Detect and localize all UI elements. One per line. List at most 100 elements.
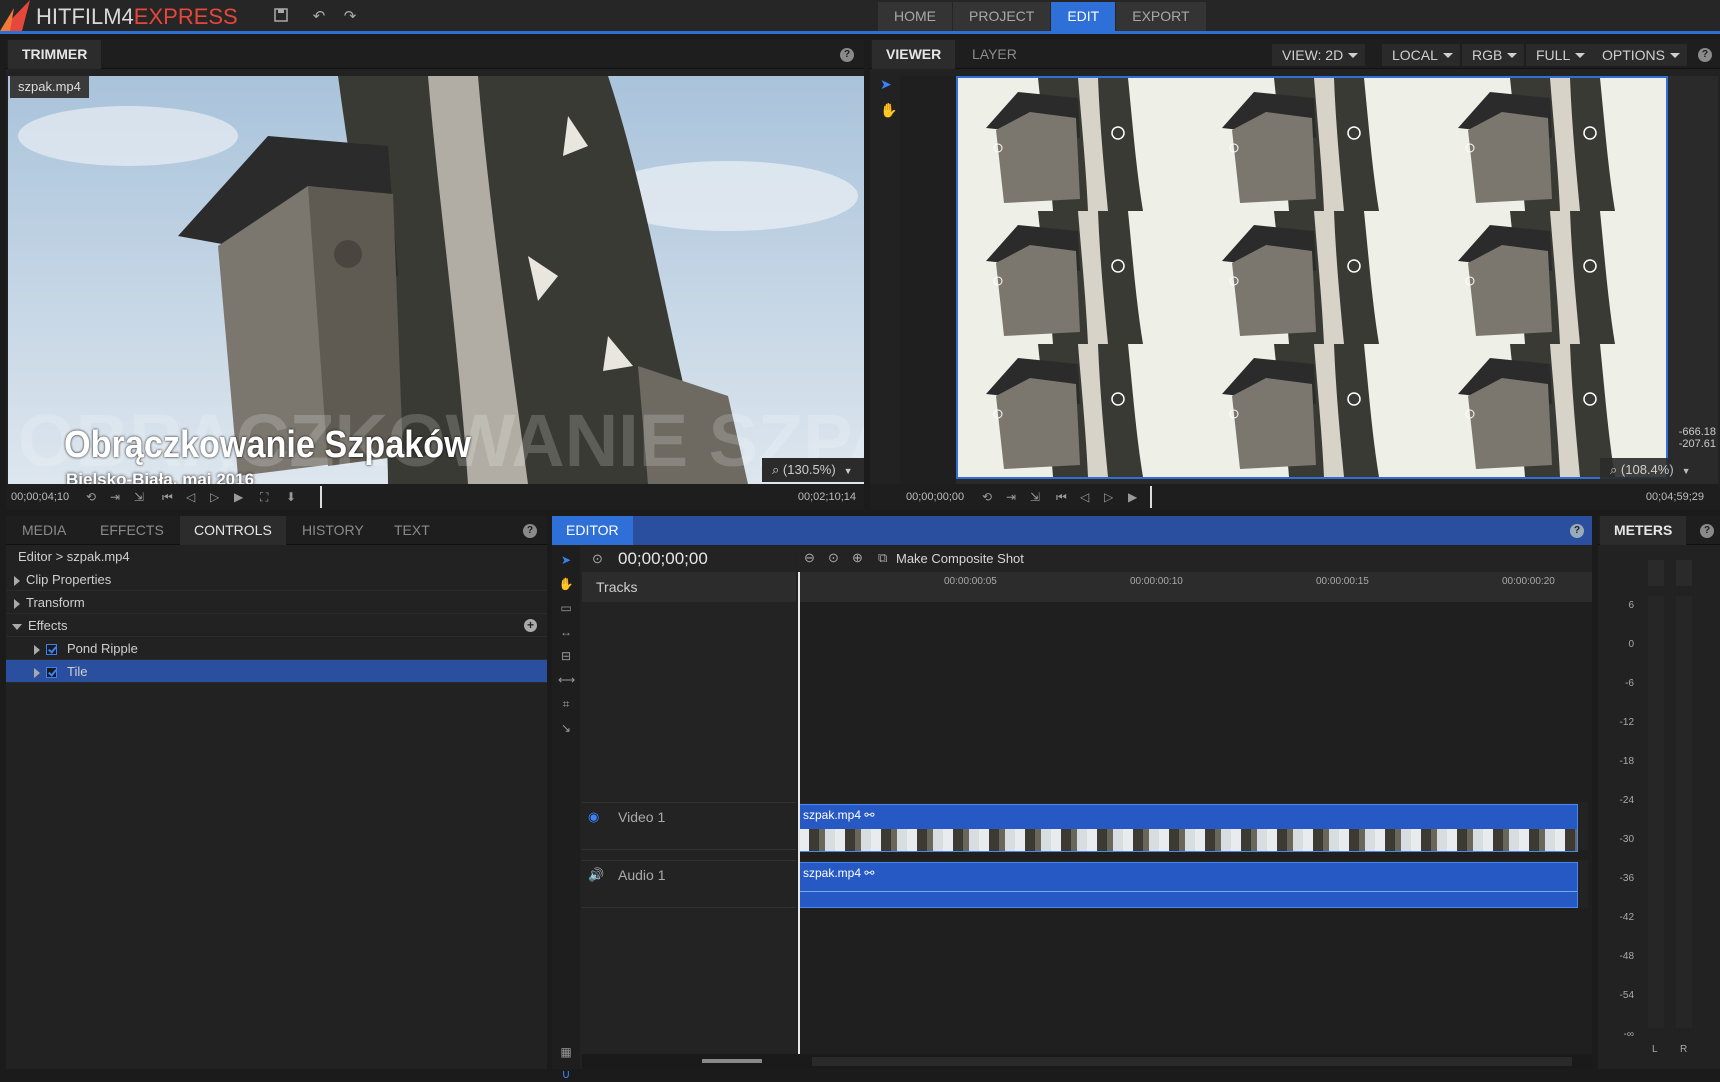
tab-history[interactable]: HISTORY [288, 516, 378, 545]
step-forward-icon[interactable]: ▷ [210, 490, 219, 504]
hand-tool-icon[interactable]: ✋ [880, 102, 897, 119]
make-composite-shot-button[interactable]: Make Composite Shot [896, 551, 1024, 566]
rate-stretch-icon[interactable]: ⟷ [558, 672, 575, 688]
next-marker-icon[interactable]: ⊕ [852, 550, 863, 566]
video-track-header[interactable]: ◉ Video 1 [582, 802, 796, 850]
editor-timecode[interactable]: 00;00;00;00 [618, 549, 708, 569]
timeline-track-area[interactable]: szpak.mp4 ⚯ szpak.mp4 ⚯ [798, 572, 1592, 1054]
nav-edit[interactable]: EDIT [1051, 2, 1116, 31]
tracks-header: Tracks [582, 572, 796, 602]
select-tool-icon[interactable]: ➤ [880, 76, 892, 93]
prev-marker-icon[interactable]: ⊖ [804, 550, 815, 566]
scroll-thumb[interactable] [812, 1057, 1572, 1066]
tab-controls[interactable]: CONTROLS [180, 516, 286, 545]
tile-cell [1194, 78, 1430, 211]
nav-project[interactable]: PROJECT [953, 2, 1051, 31]
tab-meters[interactable]: METERS [1600, 516, 1687, 545]
tab-effects[interactable]: EFFECTS [86, 516, 178, 545]
zoom-slider[interactable] [702, 1059, 762, 1063]
row-transform[interactable]: Transform [6, 591, 547, 614]
set-out-icon[interactable]: ⬇ [286, 490, 296, 504]
save-icon[interactable] [272, 8, 290, 26]
effect-row-tile[interactable]: Tile [6, 660, 547, 683]
meter-scale-label: -54 [1619, 990, 1634, 1001]
slip-tool-icon[interactable]: ↔ [558, 624, 574, 640]
redo-icon[interactable]: ↷ [341, 8, 359, 26]
add-effect-icon[interactable]: + [524, 619, 537, 632]
chevron-down-icon: ▼ [843, 466, 853, 476]
resolution-dropdown[interactable]: FULL [1526, 44, 1593, 66]
tab-media[interactable]: MEDIA [8, 516, 80, 545]
step-forward-icon[interactable]: ▷ [1104, 490, 1113, 504]
tab-editor[interactable]: EDITOR [552, 516, 633, 545]
video-clip[interactable]: szpak.mp4 ⚯ [798, 804, 1578, 852]
trimmer-header: TRIMMER ? [6, 40, 864, 69]
insert-icon[interactable]: ⇥ [110, 490, 120, 504]
trimmer-help-icon[interactable]: ? [840, 48, 854, 62]
tab-text[interactable]: TEXT [380, 516, 444, 545]
effect-enabled-checkbox[interactable] [46, 644, 57, 656]
add-marker-icon[interactable]: ⊙ [828, 550, 839, 566]
viewer-canvas[interactable]: -666.18 -207.61 ⌕ (108.4%) ▼ [900, 76, 1718, 484]
nav-export[interactable]: EXPORT [1116, 2, 1206, 31]
eye-icon[interactable]: ◉ [588, 809, 599, 825]
nav-home[interactable]: HOME [878, 2, 952, 31]
coord-x: -666.18 [1678, 426, 1716, 438]
thumbnails-icon[interactable]: ▦ [558, 1044, 574, 1060]
trimmer-video-frame[interactable]: OBRĄCZKOWANIE SZPAKÓW Obrączkowanie Szpa… [8, 76, 864, 484]
controls-help-icon[interactable]: ? [523, 524, 537, 538]
viewer-playhead[interactable] [1150, 486, 1152, 508]
channels-dropdown[interactable]: RGB [1462, 44, 1525, 66]
trimmer-zoom[interactable]: ⌕ (130.5%) ▼ [762, 458, 864, 482]
tab-layer[interactable]: LAYER [958, 40, 1031, 69]
trimmer-transport: 00;00;04;10 ⟲ ⇥ ⇲ ⏮ ◁ ▷ ▶ ⛶ ⬇ 00;02;10;1… [6, 484, 864, 510]
effect-row-pond-ripple[interactable]: Pond Ripple [6, 637, 547, 660]
expand-icon [34, 644, 40, 655]
go-start-icon[interactable]: ⏮ [1056, 490, 1067, 505]
row-effects[interactable]: Effects + [6, 614, 547, 637]
viewer-zoom[interactable]: ⌕ (108.4%) ▼ [1600, 458, 1714, 482]
hand-tool-icon[interactable]: ✋ [558, 576, 574, 592]
snap-magnet-icon[interactable]: ∪ [558, 1066, 574, 1082]
loop-icon[interactable]: ⟲ [86, 490, 96, 504]
razor-tool-icon[interactable]: ▭ [558, 600, 574, 616]
options-dropdown[interactable]: OPTIONS [1592, 44, 1688, 66]
effect-enabled-checkbox[interactable] [46, 667, 57, 679]
row-clip-properties[interactable]: Clip Properties [6, 568, 547, 591]
speaker-icon[interactable]: 🔊 [588, 867, 604, 883]
ripple-edit-icon[interactable]: ↘ [558, 720, 574, 736]
step-back-icon[interactable]: ◁ [1080, 490, 1089, 504]
viewer-panel: VIEWER LAYER VIEW: 2D LOCAL RGB FULL OPT… [870, 40, 1720, 510]
app-logo: HITFILM4EXPRESS [36, 4, 238, 29]
go-start-icon[interactable]: ⏮ [162, 490, 173, 505]
insert-icon[interactable]: ⇥ [1006, 490, 1016, 504]
roll-edit-icon[interactable]: ⌗ [558, 696, 574, 712]
undo-icon[interactable]: ↶ [310, 8, 328, 26]
viewer-help-icon[interactable]: ? [1698, 48, 1712, 62]
tab-trimmer[interactable]: TRIMMER [8, 40, 102, 69]
meters-help-icon[interactable]: ? [1700, 524, 1714, 538]
overlay-subtitle: Bielsko-Biała, maj 2016 [66, 470, 255, 484]
timeline-scrollbar[interactable] [582, 1054, 1592, 1069]
play-icon[interactable]: ▶ [1128, 490, 1137, 504]
view-mode-dropdown[interactable]: VIEW: 2D [1272, 44, 1366, 66]
expand-icon [14, 598, 20, 609]
select-tool-icon[interactable]: ➤ [558, 552, 574, 568]
trimmer-playhead[interactable] [320, 486, 322, 508]
timeline-ruler[interactable]: 00:00:00:05 00:00:00:10 00:00:00:15 00:0… [798, 572, 1592, 602]
overlay-icon[interactable]: ⇲ [134, 490, 144, 504]
play-icon[interactable]: ▶ [234, 490, 243, 504]
loop-icon[interactable]: ⟲ [982, 490, 992, 504]
tab-viewer[interactable]: VIEWER [872, 40, 956, 69]
overlay-icon[interactable]: ⇲ [1030, 490, 1040, 504]
audio-clip[interactable]: szpak.mp4 ⚯ [798, 862, 1578, 908]
slide-tool-icon[interactable]: ⊟ [558, 648, 574, 664]
set-in-icon[interactable]: ⛶ [260, 490, 268, 505]
tiled-video-frame[interactable] [956, 76, 1668, 479]
step-back-icon[interactable]: ◁ [186, 490, 195, 504]
editor-help-icon[interactable]: ? [1570, 524, 1584, 538]
timeline-playhead[interactable] [798, 572, 800, 1054]
audio-track-header[interactable]: 🔊 Audio 1 [582, 860, 796, 908]
composite-shot-icon[interactable]: ⧉ [878, 550, 887, 566]
space-dropdown[interactable]: LOCAL [1382, 44, 1460, 66]
